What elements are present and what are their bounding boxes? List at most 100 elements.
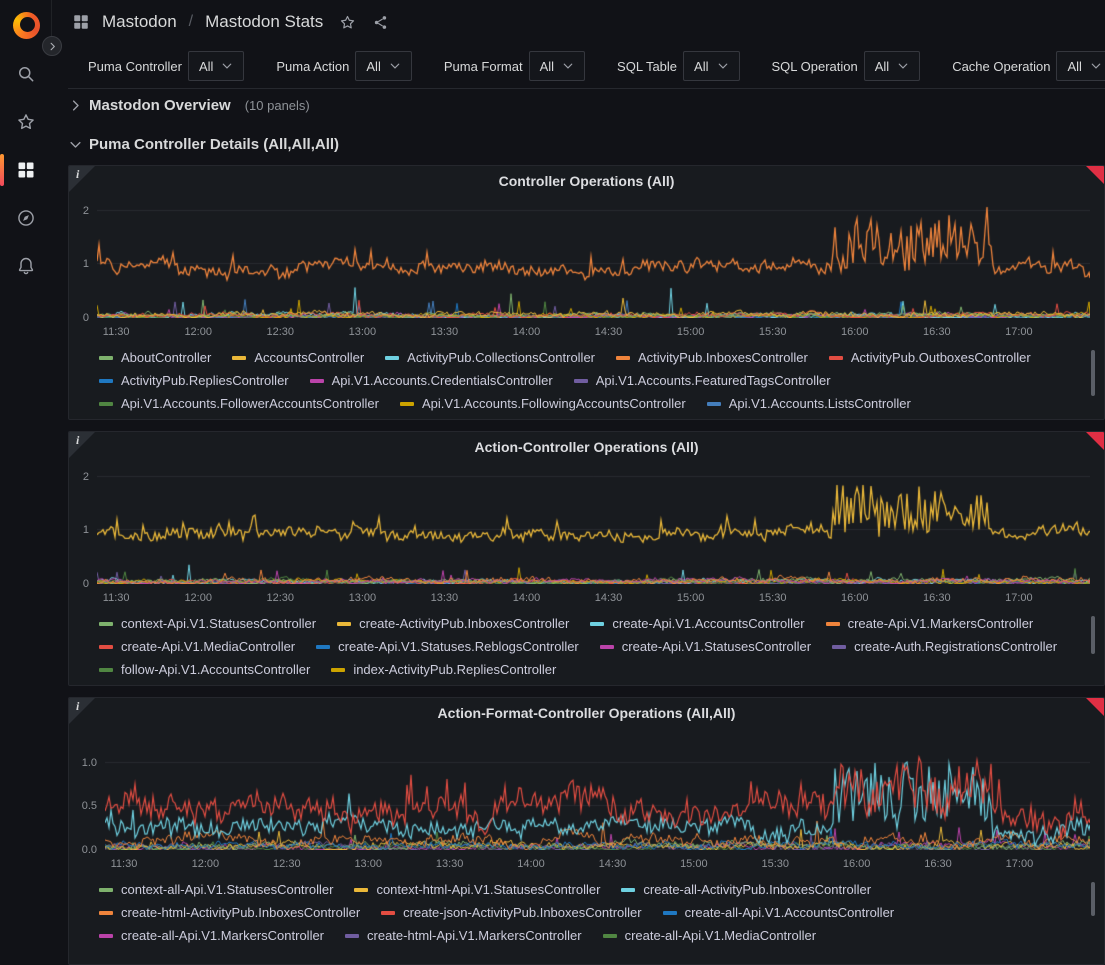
series-color-mark [99,911,113,915]
legend-item[interactable]: ActivityPub.OutboxesController [829,350,1031,366]
legend-item[interactable]: ActivityPub.CollectionsController [385,350,595,366]
time-series-canvas[interactable] [105,732,1090,850]
variable-value-dropdown[interactable]: All [529,51,585,81]
legend-item[interactable]: create-Auth.RegistrationsController [832,639,1057,655]
variable-value-dropdown[interactable]: All [355,51,411,81]
series-name: ActivityPub.RepliesController [121,373,289,389]
legend-item[interactable]: create-Api.V1.StatusesController [600,639,811,655]
chevron-down-icon [562,60,574,72]
series-color-mark [590,622,604,626]
star-dashboard-button[interactable] [339,14,356,31]
legend-scrollbar[interactable] [1091,882,1095,916]
x-tick-label: 12:30 [273,858,301,870]
grafana-logo-icon [13,12,40,39]
series-name: index-ActivityPub.RepliesController [353,662,556,678]
legend-item[interactable]: Api.V1.Accounts.FollowerAccountsControll… [99,396,379,412]
legend-scrollbar[interactable] [1091,350,1095,396]
variable-current-value: All [366,59,380,74]
panel-title[interactable]: Controller Operations (All) [69,166,1104,196]
panel-error-corner-icon[interactable] [1086,166,1104,184]
legend-item[interactable]: create-html-ActivityPub.InboxesControlle… [99,905,360,921]
legend-item[interactable]: create-all-ActivityPub.InboxesController [621,882,871,898]
time-series-canvas[interactable] [97,466,1090,584]
sidebar-item-alerting[interactable] [0,242,52,290]
legend-item[interactable]: Api.V1.Accounts.FollowingAccountsControl… [400,396,686,412]
legend-item[interactable]: create-ActivityPub.InboxesController [337,616,569,632]
variable-value-dropdown[interactable]: All [683,51,739,81]
legend-item[interactable]: create-all-Api.V1.MarkersController [99,928,324,944]
series-name: Api.V1.Accounts.FeaturedTagsController [596,373,831,389]
series-name: ActivityPub.InboxesController [638,350,808,366]
legend-item[interactable]: context-html-Api.V1.StatusesController [354,882,600,898]
chart-legend: context-all-Api.V1.StatusesController con… [69,878,1104,944]
panel-title[interactable]: Action-Controller Operations (All) [69,432,1104,462]
variable-value-dropdown[interactable]: All [1056,51,1105,81]
variable-label: Puma Controller [88,59,188,74]
legend-item[interactable]: AboutController [99,350,211,366]
sidebar-item-dashboards[interactable] [0,146,52,194]
legend-item[interactable]: context-Api.V1.StatusesController [99,616,316,632]
variable-value-dropdown[interactable]: All [188,51,244,81]
panel-error-corner-icon[interactable] [1086,698,1104,716]
y-tick-label: 0.0 [69,843,97,857]
legend-item[interactable]: create-Api.V1.AccountsController [590,616,804,632]
legend-item[interactable]: create-json-ActivityPub.InboxesControlle… [381,905,641,921]
series-name: create-ActivityPub.InboxesController [359,616,569,632]
panel-title[interactable]: Action-Format-Controller Operations (All… [69,698,1104,728]
legend-item[interactable]: create-all-Api.V1.MediaController [603,928,816,944]
series-name: context-all-Api.V1.StatusesController [121,882,333,898]
variable-cache-operation: Cache OperationAll [952,51,1105,81]
legend-item[interactable]: Api.V1.Accounts.ListsController [707,396,911,412]
y-tick-label: 1 [69,523,89,537]
x-tick-label: 15:30 [761,858,789,870]
dashboards-grid-icon [72,13,90,31]
legend-item[interactable]: index-ActivityPub.RepliesController [331,662,556,678]
sidebar-expand-toggle[interactable] [42,36,62,56]
x-tick-label: 14:00 [517,858,545,870]
series-name: follow-Api.V1.AccountsController [121,662,310,678]
panel-action-controller-operations: i Action-Controller Operations (All) 012… [68,431,1105,686]
legend-item[interactable]: create-Api.V1.MarkersController [826,616,1034,632]
x-tick-label: 15:00 [677,326,705,338]
series-color-mark [574,379,588,383]
y-tick-label: 2 [69,204,89,218]
x-tick-label: 12:00 [184,326,212,338]
chart-plot-area: 01211:3012:0012:3013:0013:3014:0014:3015… [69,462,1104,612]
legend-item[interactable]: follow-Api.V1.AccountsController [99,662,310,678]
sidebar-item-explore[interactable] [0,194,52,242]
legend-item[interactable]: Api.V1.Accounts.CredentialsController [310,373,553,389]
x-tick-label: 12:30 [267,592,295,604]
legend-item[interactable]: create-Api.V1.Statuses.ReblogsController [316,639,579,655]
row-mastodon-overview[interactable]: Mastodon Overview (10 panels) [68,88,1105,122]
y-tick-label: 0.5 [69,799,97,813]
variable-puma-controller: Puma ControllerAll [88,51,244,81]
legend-item[interactable]: create-html-Api.V1.MarkersController [345,928,582,944]
legend-scrollbar[interactable] [1091,616,1095,654]
legend-item[interactable]: ActivityPub.RepliesController [99,373,289,389]
variable-label: Puma Action [276,59,355,74]
sidebar-item-search[interactable] [0,50,52,98]
sidebar-item-starred[interactable] [0,98,52,146]
series-name: create-Api.V1.MarkersController [848,616,1034,632]
series-color-mark [99,356,113,360]
y-tick-label: 0 [69,577,89,591]
legend-item[interactable]: Api.V1.Accounts.FeaturedTagsController [574,373,831,389]
share-dashboard-button[interactable] [372,14,389,31]
legend-item[interactable]: context-all-Api.V1.StatusesController [99,882,333,898]
chevron-down-icon [389,60,401,72]
series-name: AboutController [121,350,211,366]
panel-error-corner-icon[interactable] [1086,432,1104,450]
legend-item[interactable]: create-Api.V1.MediaController [99,639,295,655]
legend-item[interactable]: ActivityPub.InboxesController [616,350,808,366]
series-color-mark [345,934,359,938]
breadcrumb-app[interactable]: Mastodon [102,12,177,32]
variable-value-dropdown[interactable]: All [864,51,920,81]
variable-current-value: All [540,59,554,74]
sidebar-nav [0,50,52,290]
legend-item[interactable]: AccountsController [232,350,364,366]
row-puma-controller-details[interactable]: Puma Controller Details (All,All,All) [68,126,1105,162]
time-series-canvas[interactable] [97,200,1090,318]
legend-item[interactable]: create-all-Api.V1.AccountsController [663,905,895,921]
chart-legend: context-Api.V1.StatusesControllercreate-… [69,612,1104,678]
breadcrumb-separator: / [189,13,193,31]
